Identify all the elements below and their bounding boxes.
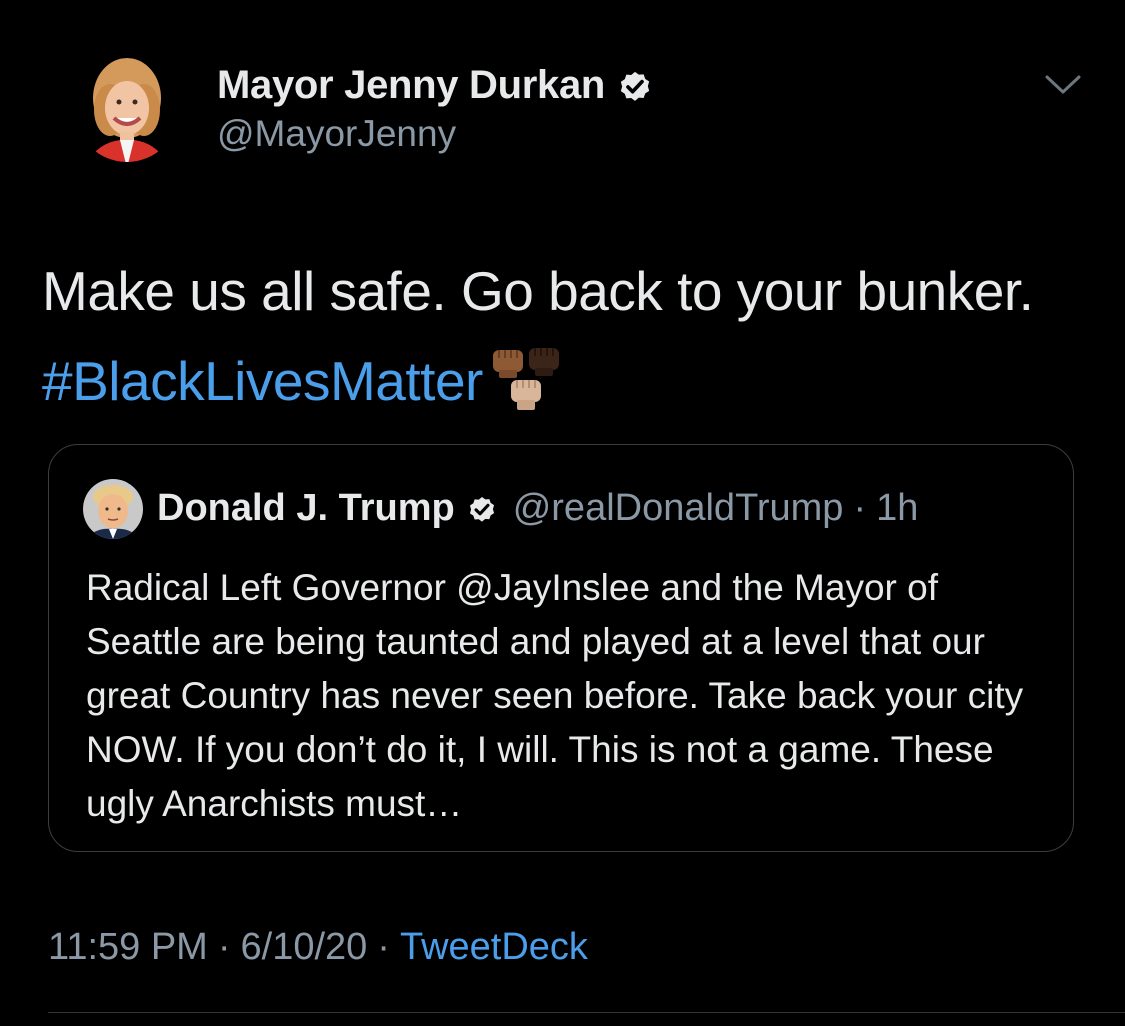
- separator-dot: ·: [853, 487, 867, 529]
- hashtag-link[interactable]: #BlackLivesMatter: [42, 350, 483, 412]
- verified-badge-icon: [615, 66, 655, 106]
- chevron-down-icon[interactable]: [1043, 72, 1083, 98]
- quoted-author-avatar[interactable]: [83, 479, 143, 539]
- separator-dot: ·: [377, 926, 390, 968]
- tweet-text-prefix: Make us all safe. Go back to your bunker…: [42, 260, 1034, 322]
- raised-fist-emoji-icon: [489, 344, 565, 412]
- author-name[interactable]: Mayor Jenny Durkan: [217, 63, 605, 108]
- tweet-metadata: 11:59 PM · 6/10/20 · TweetDeck: [48, 926, 588, 969]
- quoted-tweet-header: Donald J. Trump @realDonaldTrump · 1h: [157, 487, 918, 530]
- author-handle[interactable]: @MayorJenny: [217, 113, 456, 155]
- quoted-tweet-card[interactable]: Donald J. Trump @realDonaldTrump · 1h Ra…: [48, 444, 1074, 852]
- verified-badge-icon: [465, 492, 499, 526]
- quoted-author-name[interactable]: Donald J. Trump: [157, 487, 455, 530]
- divider: [48, 1012, 1125, 1013]
- tweet-text: Make us all safe. Go back to your bunker…: [42, 246, 1102, 426]
- quoted-author-handle[interactable]: @realDonaldTrump: [513, 487, 844, 530]
- separator-dot: ·: [217, 926, 231, 968]
- tweet-date[interactable]: 6/10/20: [241, 926, 368, 968]
- tweet-time[interactable]: 11:59 PM: [48, 926, 208, 968]
- tweet-source-link[interactable]: TweetDeck: [400, 926, 588, 968]
- quoted-tweet-text: Radical Left Governor @JayInslee and the…: [86, 567, 1024, 824]
- author-name-row[interactable]: Mayor Jenny Durkan: [217, 63, 655, 108]
- quoted-tweet-time[interactable]: 1h: [876, 487, 918, 530]
- author-avatar[interactable]: [70, 40, 185, 180]
